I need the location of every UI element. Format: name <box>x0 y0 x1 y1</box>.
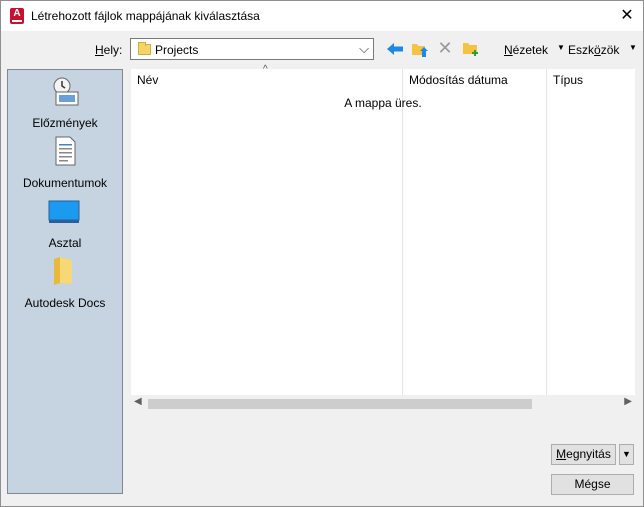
places-item-history[interactable]: Előzmények <box>8 74 122 132</box>
open-button[interactable]: Megnyitás <box>551 444 616 465</box>
places-item-label: Dokumentumok <box>22 176 108 190</box>
open-options-dropdown[interactable]: ▼ <box>619 444 634 465</box>
close-button[interactable]: ✕ <box>617 6 637 26</box>
sort-ascending-icon: ^ <box>263 64 268 75</box>
desktop-icon <box>48 200 80 223</box>
delete-icon: ✕ <box>437 38 453 58</box>
autocad-app-icon: A <box>10 8 24 24</box>
chevron-down-icon: ▼ <box>622 449 631 459</box>
empty-folder-message: A mappa üres. <box>344 96 422 110</box>
back-arrow-icon <box>387 43 403 55</box>
chevron-down-icon: ⌵ <box>359 41 369 56</box>
dialog-window: A Létrehozott fájlok mappájának kiválasz… <box>0 0 644 507</box>
column-header-type[interactable]: Típus <box>553 73 583 87</box>
cancel-button[interactable]: Mégse <box>551 474 634 495</box>
tools-dropdown-arrow-icon: ▼ <box>557 43 565 52</box>
column-divider <box>546 69 547 395</box>
dialog-title: Létrehozott fájlok mappájának kiválasztá… <box>31 9 260 23</box>
horizontal-scrollbar[interactable]: ◀ ▶ <box>131 395 635 412</box>
folder-icon <box>138 42 151 55</box>
places-item-label: Autodesk Docs <box>24 296 106 310</box>
column-divider <box>402 69 403 395</box>
places-item-label: Előzmények <box>32 116 98 130</box>
delete-button[interactable]: ✕ <box>437 39 453 57</box>
toolbar-overflow-icon[interactable]: ▼ <box>629 43 637 52</box>
up-one-level-button[interactable] <box>411 40 429 58</box>
location-dropdown[interactable]: Projects ⌵ <box>130 38 374 60</box>
places-item-autodesk-docs[interactable]: Autodesk Docs <box>8 254 122 312</box>
file-list[interactable]: ^ Név Módosítás dátuma Típus A mappa üre… <box>131 64 635 412</box>
scroll-left-icon[interactable]: ◀ <box>134 396 142 407</box>
places-item-documents[interactable]: Dokumentumok <box>8 134 122 192</box>
documents-icon <box>55 136 76 166</box>
folder-icon <box>54 257 72 285</box>
views-menu[interactable]: Nézetek <box>504 43 548 57</box>
location-value: Projects <box>155 43 199 57</box>
scrollbar-thumb[interactable] <box>148 399 532 409</box>
new-folder-icon <box>463 43 478 56</box>
column-header-name[interactable]: Név <box>137 73 158 87</box>
history-icon <box>53 77 79 106</box>
places-bar: Előzmények Dokumentumok Asztal Autodesk … <box>7 69 123 494</box>
column-header-date-modified[interactable]: Módosítás dátuma <box>409 73 508 87</box>
places-item-desktop[interactable]: Asztal <box>8 194 122 252</box>
location-label: Hely: <box>95 43 123 57</box>
places-item-label: Asztal <box>48 236 82 250</box>
back-button[interactable] <box>386 40 404 58</box>
title-bar: A Létrehozott fájlok mappájának kiválasz… <box>1 1 643 31</box>
tools-menu[interactable]: Eszközök <box>568 43 619 57</box>
create-folder-button[interactable] <box>462 40 480 58</box>
scroll-right-icon[interactable]: ▶ <box>624 396 632 407</box>
folder-up-icon <box>412 44 428 57</box>
